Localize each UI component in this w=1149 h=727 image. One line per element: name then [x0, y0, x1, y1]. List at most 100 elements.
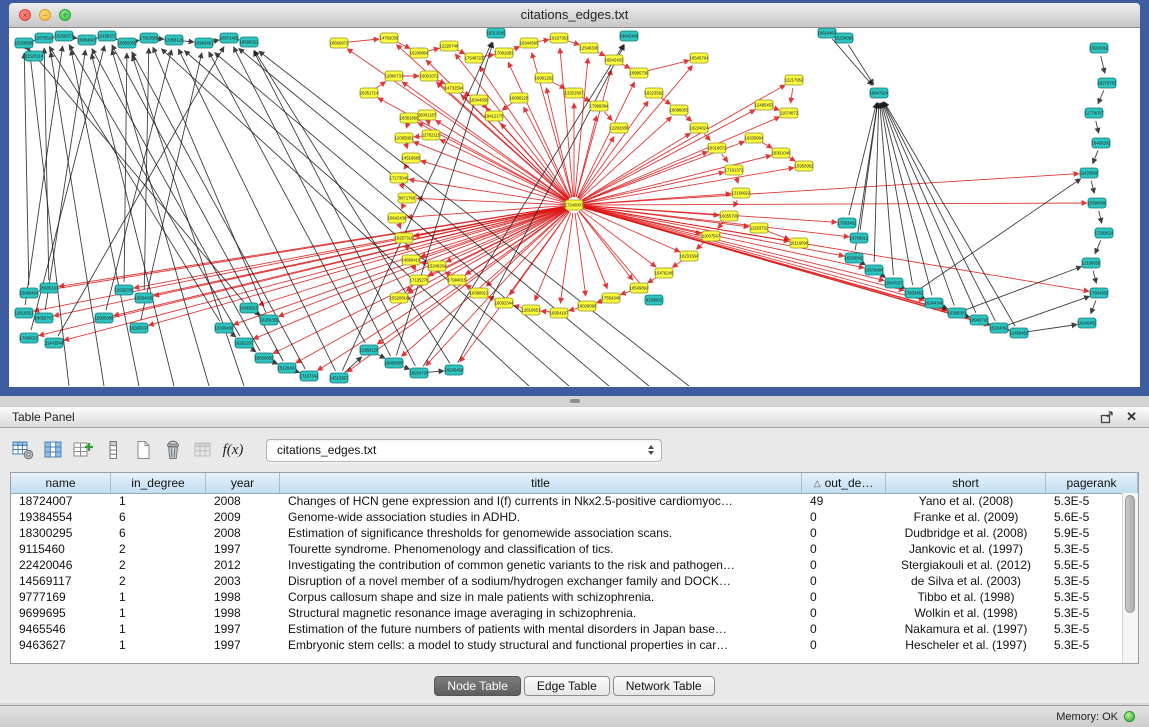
graph-node[interactable]: 14519685: [402, 153, 421, 163]
graph-node[interactable]: 14513357: [330, 373, 349, 383]
row-tools-icon[interactable]: [100, 437, 126, 463]
graph-node[interactable]: 19306301: [948, 308, 967, 318]
table-cell[interactable]: 9463627: [11, 638, 111, 652]
window-titlebar[interactable]: × − + citations_edges.txt: [9, 3, 1140, 28]
vertical-scrollbar[interactable]: [1122, 493, 1138, 663]
graph-node[interactable]: 17604350: [1090, 288, 1109, 298]
show-columns-icon[interactable]: [40, 437, 66, 463]
table-cell[interactable]: 1: [111, 590, 206, 604]
table-cell[interactable]: Tibbo et al. (1998): [886, 590, 1046, 604]
graph-node[interactable]: 18223582: [645, 88, 664, 98]
graph-node[interactable]: 15249264: [428, 261, 447, 271]
table-cell[interactable]: Disruption of a novel member of a sodium…: [280, 574, 802, 588]
graph-node[interactable]: 11425998: [1080, 168, 1099, 178]
graph-node[interactable]: 12774037: [1085, 108, 1104, 118]
graph-node[interactable]: 15476245: [655, 268, 674, 278]
table-cell[interactable]: Hescheler et al. (1997): [886, 638, 1046, 652]
graph-node[interactable]: 20605163: [40, 283, 59, 293]
close-button[interactable]: ×: [19, 9, 31, 21]
table-cell[interactable]: Estimation of significance thresholds fo…: [280, 526, 802, 540]
graph-node[interactable]: 20351714: [360, 88, 379, 98]
table-cell[interactable]: Corpus callosum shape and size in male p…: [280, 590, 802, 604]
table-row[interactable]: 977716911998Corpus callosum shape and si…: [11, 589, 1138, 605]
table-cell[interactable]: 49: [802, 494, 886, 508]
table-cell[interactable]: 0: [802, 542, 886, 556]
graph-node[interactable]: 18698321: [240, 37, 259, 47]
graph-node[interactable]: 16642433: [605, 55, 624, 65]
graph-node[interactable]: 14732594: [445, 83, 464, 93]
graph-node[interactable]: 17197342: [300, 371, 319, 381]
graph-node[interactable]: 19029096: [578, 301, 597, 311]
table-cell[interactable]: 0: [802, 590, 886, 604]
graph-node[interactable]: 16409202: [1092, 138, 1111, 148]
minimize-button[interactable]: −: [39, 9, 51, 21]
graph-node[interactable]: 12485453: [755, 100, 774, 110]
table-cell[interactable]: 2008: [206, 526, 280, 540]
graph-node[interactable]: 19847924: [870, 88, 889, 98]
graph-node[interactable]: 15234090: [835, 33, 854, 43]
split-grip-icon[interactable]: [570, 399, 580, 403]
graph-node[interactable]: 17548723: [465, 53, 484, 63]
graph-node[interactable]: 12958125: [360, 345, 379, 355]
table-cell[interactable]: 1: [111, 606, 206, 620]
graph-node[interactable]: 16224024: [690, 123, 709, 133]
table-cell[interactable]: 0: [802, 526, 886, 540]
graph-node[interactable]: 16380913: [470, 288, 489, 298]
graph-node[interactable]: 19245450: [445, 365, 464, 375]
column-header-title[interactable]: title: [280, 473, 802, 493]
graph-node[interactable]: 12536335: [115, 285, 134, 295]
graph-node[interactable]: 15916062: [1090, 43, 1109, 53]
graph-node[interactable]: 16961262: [535, 73, 554, 83]
table-cell[interactable]: 2003: [206, 574, 280, 588]
table-cell[interactable]: Nakamura et al. (1997): [886, 622, 1046, 636]
graph-node[interactable]: 16954187: [550, 308, 569, 318]
table-cell[interactable]: 0: [802, 638, 886, 652]
graph-node[interactable]: 12217952: [785, 75, 804, 85]
graph-node[interactable]: 16344560: [520, 38, 539, 48]
table-cell[interactable]: 2: [111, 574, 206, 588]
table-cell[interactable]: 0: [802, 606, 886, 620]
table-row[interactable]: 969969511998Structural magnetic resonanc…: [11, 605, 1138, 621]
table-cell[interactable]: Genome-wide association studies in ADHD.: [280, 510, 802, 524]
table-cell[interactable]: 2008: [206, 494, 280, 508]
column-header-out-de-[interactable]: △out_de…: [802, 473, 886, 493]
graph-node[interactable]: 18231564: [680, 251, 699, 261]
table-cell[interactable]: de Silva et al. (2003): [886, 574, 1046, 588]
graph-node[interactable]: 11074872: [780, 108, 799, 118]
graph-node[interactable]: 18344558: [470, 95, 489, 105]
graph-node[interactable]: 18264730: [410, 368, 429, 378]
graph-node[interactable]: 12459450: [1010, 328, 1029, 338]
graph-node[interactable]: 16055709: [720, 211, 739, 221]
graph-node[interactable]: 17994015: [448, 275, 467, 285]
graph-node[interactable]: 18092344: [495, 298, 514, 308]
graph-node[interactable]: 12610561: [15, 308, 34, 318]
graph-node[interactable]: 17081983: [495, 48, 514, 58]
graph-node[interactable]: 15950059: [118, 38, 137, 48]
graph-node[interactable]: 15950952: [795, 161, 814, 171]
graph-node[interactable]: 17173049: [390, 173, 409, 183]
close-panel-icon[interactable]: ✕: [1126, 409, 1137, 425]
table-cell[interactable]: 6: [111, 526, 206, 540]
graph-node[interactable]: 17999364: [590, 101, 609, 111]
table-cell[interactable]: 9115460: [11, 542, 111, 556]
table-cell[interactable]: Yano et al. (2008): [886, 494, 1046, 508]
network-graph[interactable]: 1724000718223582190860531622402418316672…: [9, 28, 1140, 387]
table-row[interactable]: 1456911722003Disruption of a novel membe…: [11, 573, 1138, 589]
float-panel-icon[interactable]: [1100, 411, 1114, 424]
table-cell[interactable]: Structural magnetic resonance image aver…: [280, 606, 802, 620]
graph-node[interactable]: 12065881: [395, 133, 414, 143]
graph-node[interactable]: 16365037: [130, 323, 149, 333]
tab-network-table[interactable]: Network Table: [613, 676, 715, 696]
table-cell[interactable]: 1997: [206, 622, 280, 636]
graph-node[interactable]: 17913566: [140, 33, 159, 43]
table-cell[interactable]: Estimation of the future numbers of pati…: [280, 622, 802, 636]
graph-node[interactable]: 16344348: [925, 298, 944, 308]
graph-node[interactable]: 18660972: [330, 38, 349, 48]
new-table-icon[interactable]: [130, 437, 156, 463]
graph-node[interactable]: 18839059: [255, 353, 274, 363]
graph-node[interactable]: 12860733: [385, 71, 404, 81]
table-cell[interactable]: 18300295: [11, 526, 111, 540]
column-header-short[interactable]: short: [886, 473, 1046, 493]
graph-node[interactable]: 18279763: [1098, 78, 1117, 88]
graph-node[interactable]: 19086053: [670, 105, 689, 115]
